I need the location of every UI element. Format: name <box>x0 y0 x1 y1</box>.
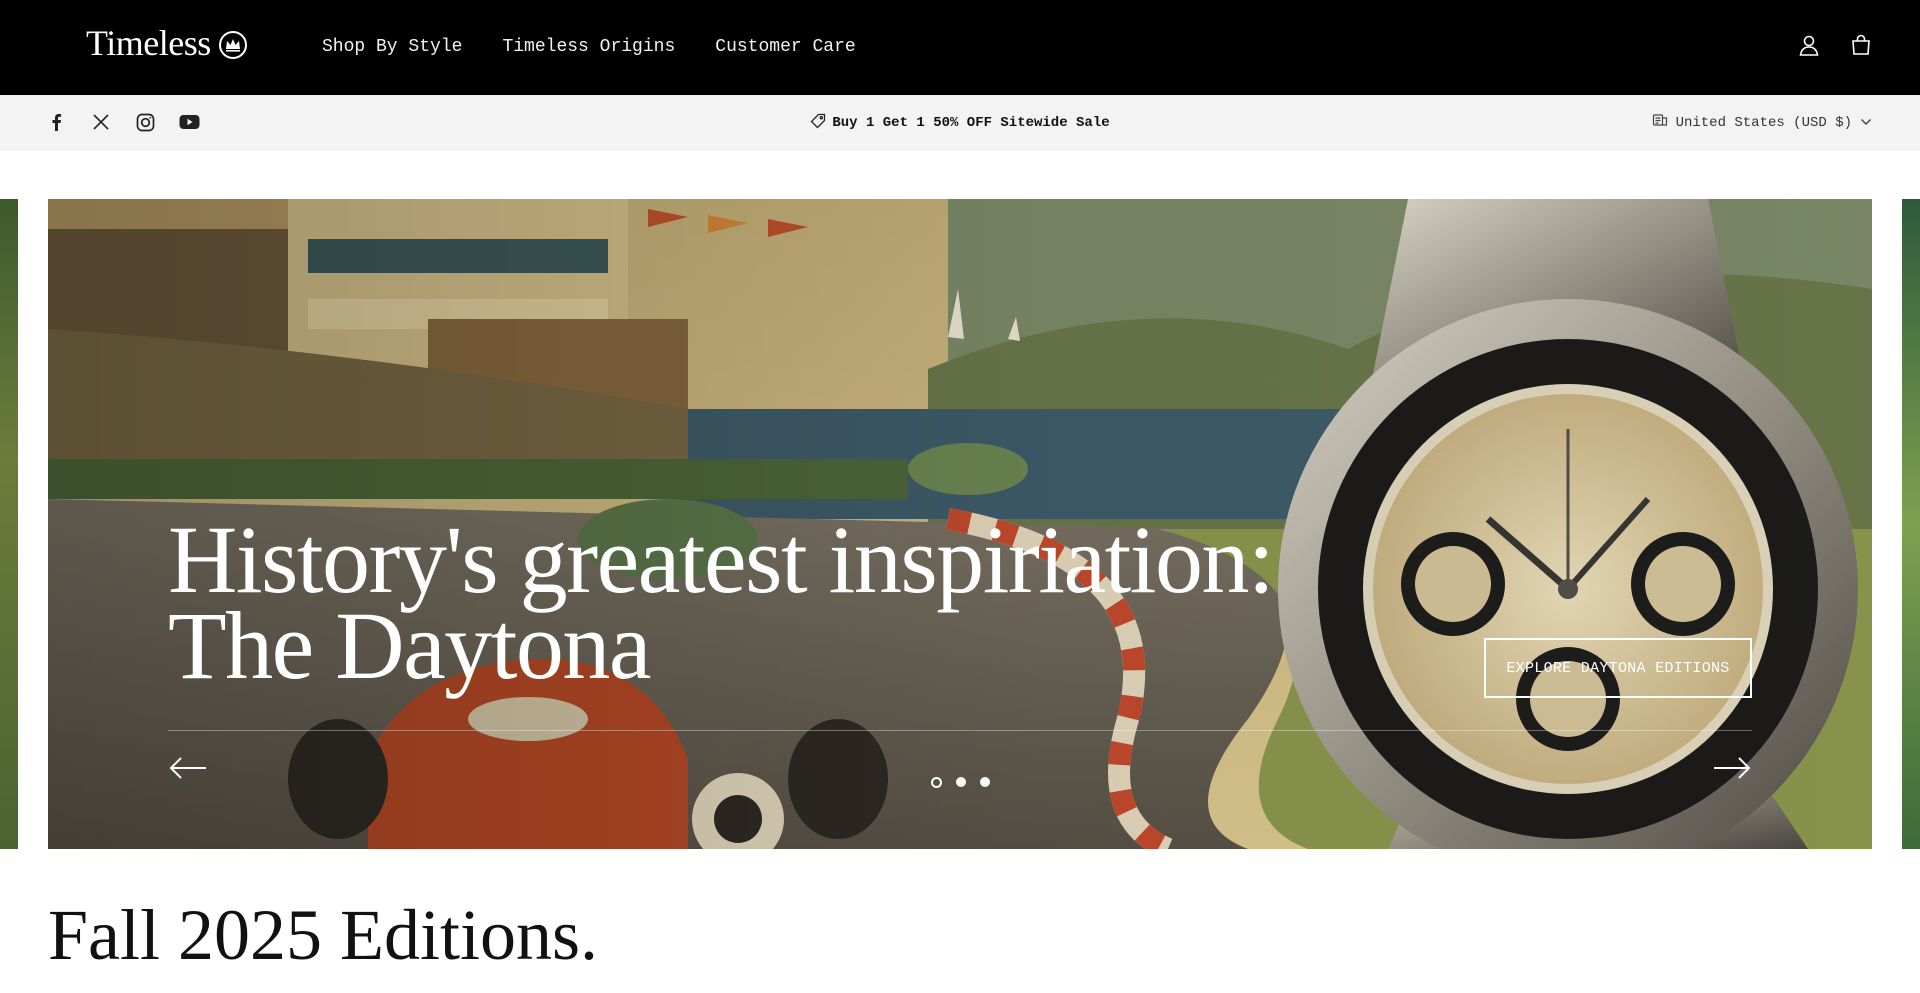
hero-heading: History's greatest inspiriation: The Day… <box>168 506 1275 699</box>
nav-timeless-origins[interactable]: Timeless Origins <box>502 37 675 57</box>
announcement-text: Buy 1 Get 1 50% OFF Sitewide Sale <box>832 115 1110 131</box>
announcement-bar: Buy 1 Get 1 50% OFF Sitewide Sale United… <box>0 95 1920 151</box>
country-selector[interactable]: United States (USD $) <box>1652 112 1872 133</box>
explore-daytona-button[interactable]: EXPLORE DAYTONA EDITIONS <box>1484 638 1752 698</box>
main-nav: Shop By Style Timeless Origins Customer … <box>322 37 856 57</box>
nav-shop-by-style[interactable]: Shop By Style <box>322 37 462 57</box>
country-selector-label: United States (USD $) <box>1675 114 1852 131</box>
slide-pagination <box>48 777 1872 788</box>
slide-dot-3[interactable] <box>979 777 990 787</box>
arrow-right-icon[interactable] <box>1712 754 1752 782</box>
slide-dot-2[interactable] <box>955 777 966 787</box>
brand-name: Timeless <box>86 23 211 63</box>
globe-icon <box>1652 112 1668 133</box>
hero-slideshow: History's greatest inspiriation: The Day… <box>48 199 1872 849</box>
collection-title: Fall 2025 Editions. <box>48 895 599 975</box>
slideshow-divider <box>168 730 1752 731</box>
next-slide-peek <box>1902 199 1920 849</box>
cart-icon[interactable] <box>1848 32 1874 58</box>
slide-dot-1[interactable] <box>930 777 942 788</box>
nav-customer-care[interactable]: Customer Care <box>715 37 855 57</box>
hero-heading-line-1: History's greatest inspiriation: <box>168 506 1275 613</box>
tag-icon <box>810 113 826 134</box>
brand-logo[interactable]: Timeless <box>86 22 247 64</box>
chevron-down-icon <box>1860 115 1872 131</box>
crown-icon <box>218 31 247 59</box>
hero-heading-line-2: The Daytona <box>168 592 651 699</box>
account-icon[interactable] <box>1796 32 1822 58</box>
announcement: Buy 1 Get 1 50% OFF Sitewide Sale <box>0 113 1920 134</box>
site-header: Timeless Shop By Style Timeless Origins … <box>0 0 1920 95</box>
previous-slide-peek <box>0 199 18 849</box>
header-actions <box>1796 32 1874 58</box>
